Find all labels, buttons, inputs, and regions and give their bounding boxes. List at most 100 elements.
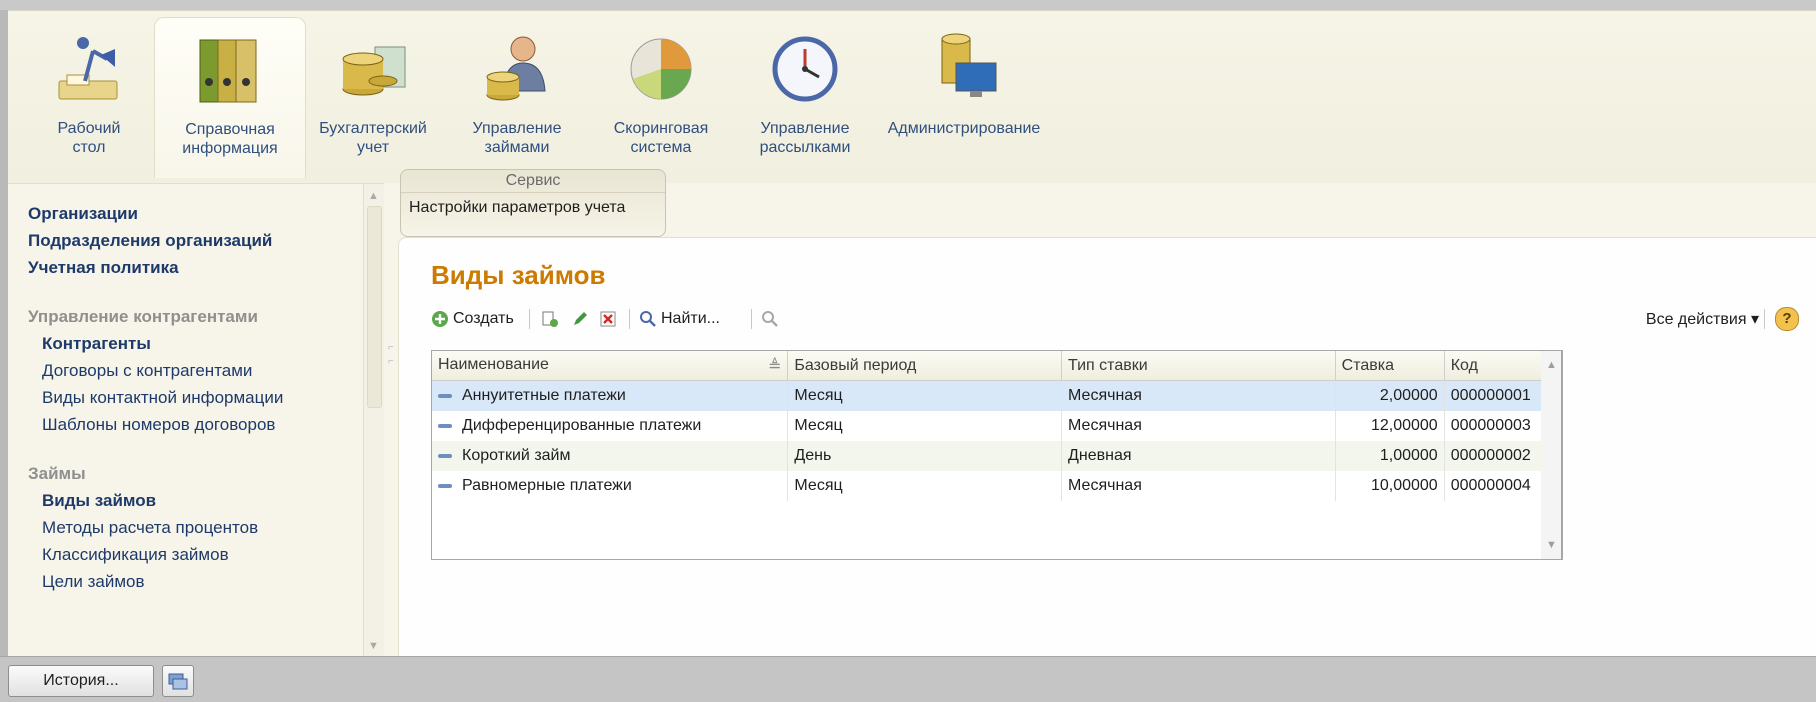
nav-link-accounting-policy[interactable]: Учетная политика (28, 254, 362, 281)
section-loans[interactable]: Управление займами (442, 17, 592, 177)
pie-chart-icon (630, 38, 692, 100)
copy-button[interactable] (541, 306, 563, 332)
table-row[interactable]: Равномерные платежи Месяц Месячная 10,00… (432, 471, 1563, 501)
create-button-label: Создать (453, 310, 514, 327)
all-actions-label: Все действия ▾ (1645, 311, 1759, 328)
form-toolbar: Создать Найти... Все действия ▾ ? (431, 306, 1799, 334)
cell-period: День (787, 441, 1063, 471)
main-window: Рабочий стол Справочная информация Бухга… (8, 10, 1816, 659)
column-header-period[interactable]: Базовый период (787, 351, 1063, 381)
table-header-row: Наименование ≜ Базовый период Тип ставки … (432, 351, 1563, 381)
cell-period: Месяц (787, 411, 1063, 441)
cell-name: Короткий займ (462, 447, 571, 464)
delete-button[interactable] (599, 306, 621, 332)
section-label: Управление рассылками (759, 120, 851, 156)
cell-rate-type: Месячная (1061, 380, 1336, 411)
element-icon (438, 423, 452, 428)
section-scoring[interactable]: Скоринговая система (586, 17, 736, 177)
manager-coins-icon (486, 36, 546, 101)
sort-asc-icon: ≜ (768, 357, 782, 375)
cancel-search-button[interactable] (761, 306, 783, 332)
cell-name: Равномерные платежи (462, 477, 632, 494)
loan-types-form: Виды займов Создать Найти... Все действи… (398, 237, 1816, 659)
nav-link-organizations[interactable]: Организации (28, 200, 362, 227)
column-header-rate-type[interactable]: Тип ставки (1061, 351, 1336, 381)
status-bar: История... (0, 656, 1816, 702)
panel-splitter-icon[interactable]: ⌐ ⌐ (388, 341, 394, 385)
clock-icon (772, 36, 838, 102)
section-label: Бухгалтерский учет (319, 120, 427, 156)
section-accounting[interactable]: Бухгалтерский учет (298, 17, 448, 177)
scroll-down-icon[interactable]: ▼ (1546, 539, 1557, 551)
coins-icon (342, 46, 406, 96)
table-row[interactable]: Аннуитетные платежи Месяц Месячная 2,000… (432, 380, 1563, 411)
column-header-name[interactable]: Наименование ≜ (432, 351, 789, 381)
create-button[interactable]: Создать (431, 306, 514, 332)
pencil-icon (574, 312, 587, 325)
desk-lamp-icon (58, 37, 118, 100)
service-accounting-settings-link[interactable]: Настройки параметров учета (401, 193, 665, 223)
section-desktop[interactable]: Рабочий стол (14, 17, 164, 177)
search-icon (640, 311, 656, 327)
nav-link-departments[interactable]: Подразделения организаций (28, 227, 362, 254)
scroll-thumb[interactable] (367, 206, 382, 408)
nav-link-loan-types[interactable]: Виды займов (28, 487, 362, 514)
all-actions-menu[interactable]: Все действия ▾ (1646, 306, 1759, 332)
section-reference[interactable]: Справочная информация (154, 17, 306, 178)
edit-button[interactable] (571, 306, 593, 332)
element-icon (438, 393, 452, 398)
cell-name: Дифференцированные платежи (462, 417, 702, 434)
left-panel-scrollbar[interactable]: ▲ ▼ (363, 184, 384, 658)
nav-link-loan-classification[interactable]: Классификация займов (28, 541, 362, 568)
section-label: Справочная информация (182, 121, 278, 157)
toolbar-separator (1764, 309, 1765, 329)
table-row[interactable]: Короткий займ День Дневная 1,00000 00000… (432, 441, 1563, 471)
section-mailing[interactable]: Управление рассылками (730, 17, 880, 177)
add-circle-icon (432, 311, 448, 327)
database-monitor-icon (941, 33, 997, 97)
section-label: Рабочий стол (57, 120, 121, 156)
delete-mark-icon (600, 311, 616, 327)
scroll-up-icon[interactable]: ▲ (368, 190, 379, 202)
toolbar-separator (529, 309, 530, 329)
nav-link-contract-number-templates[interactable]: Шаблоны номеров договоров (28, 411, 362, 438)
table-row[interactable]: Дифференцированные платежи Месяц Месячна… (432, 411, 1563, 441)
loan-types-table: Наименование ≜ Базовый период Тип ставки … (431, 350, 1563, 560)
cell-rate-type: Дневная (1061, 441, 1336, 471)
nav-link-contracts[interactable]: Договоры с контрагентами (28, 357, 362, 384)
top-strip (0, 0, 1816, 10)
section-label: Скоринговая система (613, 120, 709, 156)
section-label: Администрирование (887, 120, 1041, 137)
column-header-rate[interactable]: Ставка (1335, 351, 1445, 381)
copy-icon (542, 311, 558, 327)
service-title: Сервис (401, 170, 665, 193)
help-icon: ? (1775, 307, 1799, 331)
cell-name: Аннуитетные платежи (462, 387, 626, 404)
cell-rate: 1,00000 (1335, 441, 1445, 471)
find-button[interactable]: Найти... (639, 306, 720, 332)
windows-button[interactable] (162, 665, 194, 697)
toolbar-separator (629, 309, 630, 329)
service-panel: Сервис Настройки параметров учета (400, 169, 666, 237)
cell-rate: 12,00000 (1335, 411, 1445, 441)
binders-icon (199, 39, 257, 103)
nav-link-interest-methods[interactable]: Методы расчета процентов (28, 514, 362, 541)
find-button-label: Найти... (661, 310, 720, 327)
section-label: Управление займами (472, 120, 562, 156)
element-icon (438, 483, 452, 488)
help-button[interactable]: ? (1775, 306, 1799, 332)
scroll-down-icon[interactable]: ▼ (368, 640, 379, 652)
nav-link-counterparties[interactable]: Контрагенты (28, 330, 362, 357)
table-scrollbar[interactable]: ▲ ▼ (1541, 350, 1562, 560)
windows-icon (168, 673, 188, 690)
element-icon (438, 453, 452, 458)
cell-rate: 10,00000 (1335, 471, 1445, 501)
section-administration[interactable]: Администрирование (874, 17, 1054, 177)
nav-link-loan-purposes[interactable]: Цели займов (28, 568, 362, 595)
nav-link-contact-info-types[interactable]: Виды контактной информации (28, 384, 362, 411)
cell-period: Месяц (787, 471, 1063, 501)
cell-rate-type: Месячная (1061, 411, 1336, 441)
form-title: Виды займов (431, 260, 606, 290)
history-button[interactable]: История... (8, 665, 154, 697)
scroll-up-icon[interactable]: ▲ (1546, 359, 1557, 371)
